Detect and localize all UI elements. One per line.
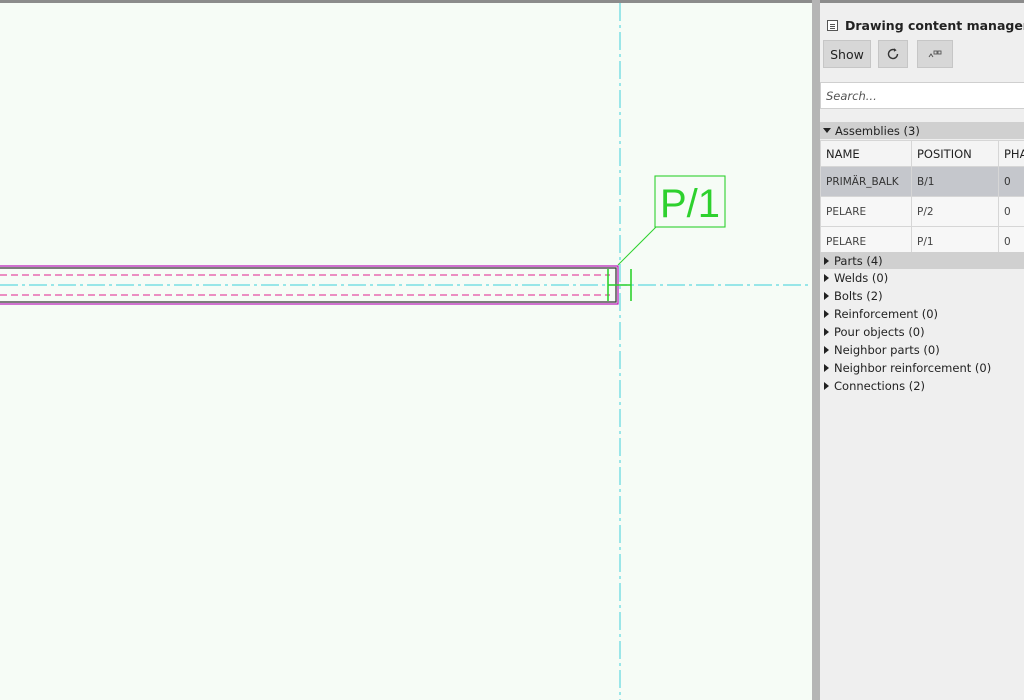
part-mark-label: P/1 <box>660 182 720 226</box>
tree-item-welds[interactable]: Welds (0) <box>820 269 1024 287</box>
tree-item-reinforcement[interactable]: Reinforcement (0) <box>820 305 1024 323</box>
cell-name: PRIMÄR_BALK <box>820 166 912 197</box>
filter-options-icon <box>928 50 942 58</box>
tree-item-bolts[interactable]: Bolts (2) <box>820 287 1024 305</box>
assemblies-table: NAME POSITION PHA PRIMÄR_BALK B/1 0 PELA… <box>820 140 1024 257</box>
expand-arrow-icon <box>824 382 829 390</box>
cell-phase: 0 <box>998 166 1024 197</box>
assemblies-header-label: Assemblies (3) <box>835 123 920 138</box>
expand-arrow-icon <box>824 346 829 354</box>
tree-item-label: Connections (2) <box>834 379 926 393</box>
cell-phase: 0 <box>998 196 1024 227</box>
mark-leader-line <box>617 226 657 266</box>
drawing-view: P/1 <box>0 3 812 700</box>
tree-item-label: Bolts (2) <box>834 289 883 303</box>
panel-icon <box>827 19 838 31</box>
column-header-phase[interactable]: PHA <box>998 140 1024 167</box>
expand-arrow-icon <box>824 328 829 336</box>
column-header-name[interactable]: NAME <box>820 140 912 167</box>
expand-arrow-icon <box>824 310 829 318</box>
expand-arrow-icon <box>824 292 829 300</box>
refresh-button[interactable] <box>878 40 908 68</box>
tree-item-label: Neighbor parts (0) <box>834 343 940 357</box>
cell-position: P/2 <box>911 196 999 227</box>
drawing-canvas[interactable]: P/1 <box>0 0 812 700</box>
panel-splitter[interactable] <box>812 0 820 700</box>
column-header-position[interactable]: POSITION <box>911 140 999 167</box>
drawing-content-manager-panel: Drawing content manager Show Assemblies … <box>820 0 1024 700</box>
panel-title: Drawing content manager <box>824 15 1024 35</box>
show-button-label: Show <box>830 46 864 62</box>
filter-options-button[interactable] <box>917 40 953 68</box>
tree-item-label: Parts (4) <box>834 253 883 268</box>
collapse-arrow-icon <box>823 128 831 133</box>
tree-item-neighbor-parts[interactable]: Neighbor parts (0) <box>820 341 1024 359</box>
tree-item-pour-objects[interactable]: Pour objects (0) <box>820 323 1024 341</box>
tree-item-neighbor-reinforcement[interactable]: Neighbor reinforcement (0) <box>820 359 1024 377</box>
expand-arrow-icon <box>824 364 829 372</box>
search-input[interactable] <box>820 82 1024 109</box>
tree-item-label: Pour objects (0) <box>834 325 925 339</box>
tree-item-label: Neighbor reinforcement (0) <box>834 361 992 375</box>
tree-item-connections[interactable]: Connections (2) <box>820 377 1024 395</box>
tree-item-parts[interactable]: Parts (4) <box>820 252 1024 269</box>
content-tree: Parts (4) Welds (0) Bolts (2) Reinforcem… <box>820 252 1024 395</box>
expand-arrow-icon <box>824 274 829 282</box>
cell-position: B/1 <box>911 166 999 197</box>
table-row[interactable]: PELARE P/2 0 <box>820 196 1024 227</box>
tree-item-label: Welds (0) <box>834 271 889 285</box>
panel-title-text: Drawing content manager <box>845 17 1024 33</box>
tree-item-label: Reinforcement (0) <box>834 307 939 321</box>
show-button[interactable]: Show <box>823 40 871 68</box>
assemblies-section-header[interactable]: Assemblies (3) <box>820 122 1024 139</box>
expand-arrow-icon <box>824 256 829 265</box>
table-header-row: NAME POSITION PHA <box>820 140 1024 167</box>
table-row[interactable]: PRIMÄR_BALK B/1 0 <box>820 166 1024 197</box>
cell-name: PELARE <box>820 196 912 227</box>
refresh-icon <box>887 48 899 60</box>
